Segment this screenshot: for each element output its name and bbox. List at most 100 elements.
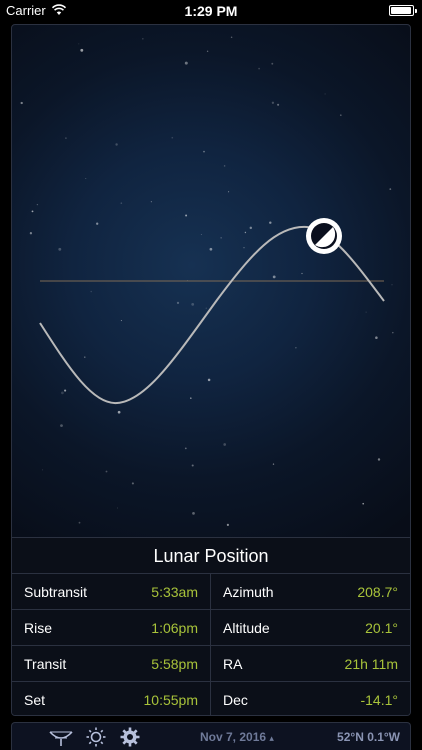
star xyxy=(29,232,33,235)
star xyxy=(295,347,297,349)
star xyxy=(176,301,180,305)
star xyxy=(301,272,303,275)
star xyxy=(84,356,86,358)
star xyxy=(324,93,326,95)
row-ra: RA 21h 11m xyxy=(211,646,410,682)
star xyxy=(80,48,84,52)
star xyxy=(277,103,280,106)
location-coordinates[interactable]: 52°N 0.1°W xyxy=(337,730,400,744)
star xyxy=(365,311,367,313)
star xyxy=(244,231,247,234)
star xyxy=(65,137,67,139)
star xyxy=(377,458,381,461)
row-transit: Transit 5:58pm xyxy=(12,646,210,682)
star xyxy=(60,424,63,427)
star xyxy=(117,507,119,509)
star xyxy=(269,221,272,224)
section-title: Lunar Position xyxy=(12,538,410,574)
star xyxy=(223,165,226,167)
star xyxy=(20,101,23,105)
star xyxy=(272,463,275,465)
battery-icon xyxy=(389,5,417,16)
star xyxy=(105,470,108,473)
star xyxy=(340,114,342,116)
azimuth-value: 208.7° xyxy=(357,584,398,600)
star xyxy=(272,275,276,279)
sun-icon[interactable] xyxy=(83,726,109,748)
star xyxy=(171,136,174,139)
dec-label: Dec xyxy=(223,692,248,708)
row-dec: Dec -14.1° xyxy=(211,682,410,715)
star xyxy=(271,101,275,104)
telescope-icon[interactable] xyxy=(48,726,74,748)
star xyxy=(192,512,195,515)
star xyxy=(90,290,92,293)
sky-view[interactable] xyxy=(12,25,410,537)
star xyxy=(392,331,394,334)
row-subtransit: Subtransit 5:33am xyxy=(12,574,210,610)
rise-value: 1:06pm xyxy=(151,620,198,636)
position-column: Azimuth 208.7° Altitude 20.1° RA 21h 11m… xyxy=(211,574,410,715)
row-altitude: Altitude 20.1° xyxy=(211,610,410,646)
row-azimuth: Azimuth 208.7° xyxy=(211,574,410,610)
star xyxy=(271,62,274,65)
azimuth-label: Azimuth xyxy=(223,584,274,600)
star xyxy=(191,303,195,306)
star xyxy=(200,233,202,235)
star xyxy=(258,67,260,70)
star xyxy=(78,521,81,524)
star xyxy=(243,247,245,249)
moon-icon[interactable] xyxy=(18,726,44,748)
star xyxy=(391,284,393,286)
star xyxy=(190,397,192,399)
star xyxy=(228,191,230,193)
status-bar: Carrier 1:29 PM xyxy=(0,0,422,22)
set-label: Set xyxy=(24,692,46,708)
star xyxy=(58,247,62,251)
star xyxy=(206,50,209,53)
star xyxy=(389,188,392,190)
star xyxy=(249,226,253,230)
lunar-info: Lunar Position Subtransit 5:33am Rise 1:… xyxy=(12,537,410,715)
altitude-value: 20.1° xyxy=(365,620,398,636)
row-rise: Rise 1:06pm xyxy=(12,610,210,646)
moon-altitude-curve xyxy=(39,225,385,405)
star xyxy=(120,202,123,204)
status-time: 1:29 PM xyxy=(184,3,238,19)
star xyxy=(375,336,378,339)
star xyxy=(120,320,122,322)
gear-icon[interactable] xyxy=(117,726,143,748)
star xyxy=(191,464,194,467)
half-moon-icon[interactable] xyxy=(306,218,342,254)
star xyxy=(64,389,67,392)
star xyxy=(185,214,188,217)
star xyxy=(184,61,188,65)
date-label: Nov 7, 2016 xyxy=(200,730,267,744)
star xyxy=(203,150,205,153)
star xyxy=(362,502,365,505)
star xyxy=(131,482,134,485)
star xyxy=(96,222,99,225)
star xyxy=(230,36,233,38)
star xyxy=(85,178,87,179)
star xyxy=(209,247,213,251)
subtransit-value: 5:33am xyxy=(151,584,198,600)
star xyxy=(226,523,229,526)
moon-path-chart xyxy=(20,36,394,526)
star xyxy=(220,237,222,239)
row-set: Set 10:55pm xyxy=(12,682,210,715)
lunar-panel: Lunar Position Subtransit 5:33am Rise 1:… xyxy=(11,24,411,716)
star xyxy=(78,43,80,45)
star xyxy=(36,203,39,206)
ra-label: RA xyxy=(223,656,243,672)
subtransit-label: Subtransit xyxy=(24,584,88,600)
star xyxy=(184,447,187,450)
star xyxy=(142,38,144,40)
ra-value: 21h 11m xyxy=(344,656,398,672)
star xyxy=(223,443,227,446)
star xyxy=(61,391,64,395)
times-column: Subtransit 5:33am Rise 1:06pm Transit 5:… xyxy=(12,574,211,715)
date-selector[interactable]: Nov 7, 2016 ▴ xyxy=(200,730,274,744)
bottom-toolbar: Nov 7, 2016 ▴ 52°N 0.1°W xyxy=(11,722,411,750)
transit-value: 5:58pm xyxy=(151,656,198,672)
